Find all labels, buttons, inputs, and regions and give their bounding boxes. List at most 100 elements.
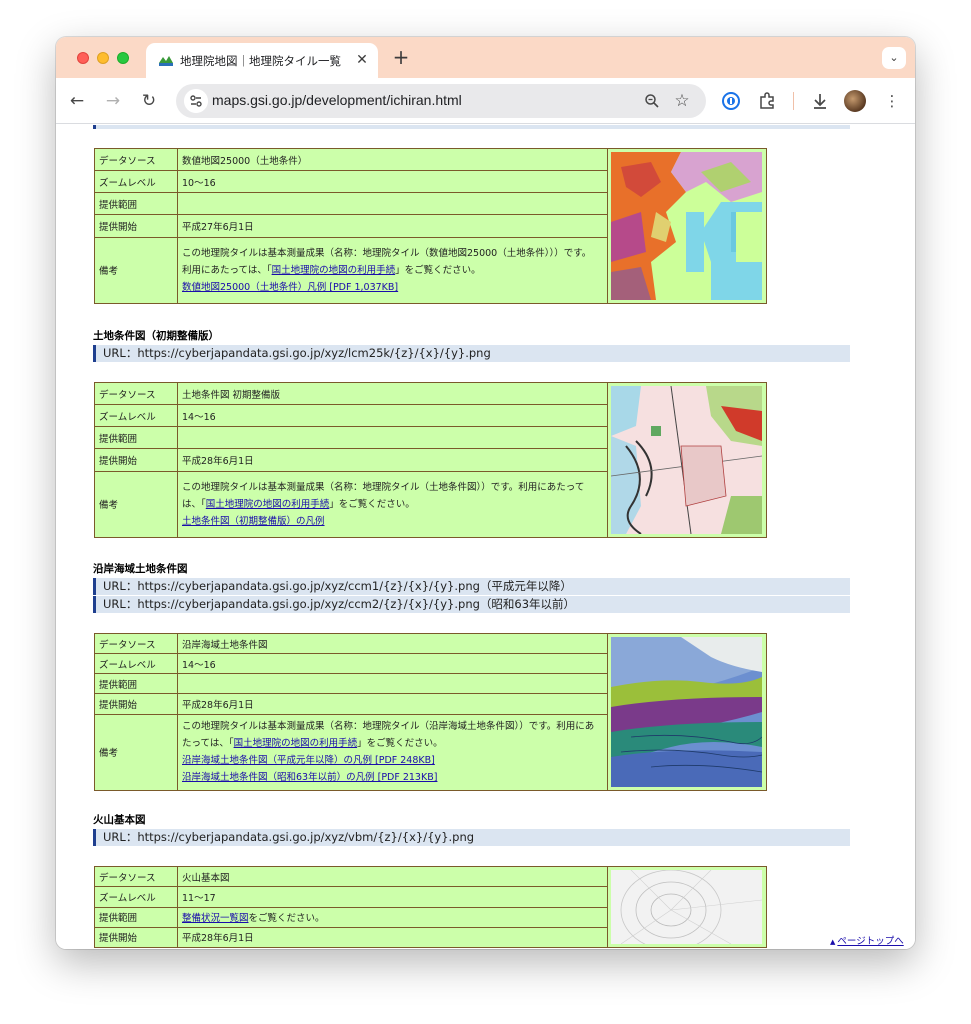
- label-source: データソース: [94, 381, 178, 406]
- land-condition-initial-map-thumbnail: [611, 386, 762, 534]
- value-start: 平成27年6月1日: [177, 214, 608, 238]
- new-tab-button[interactable]: +: [390, 46, 412, 68]
- note-text: この地理院タイルは基本測量成果（名称：地理院タイル（土地条件図））です。利用にあ…: [182, 481, 585, 493]
- label-start: 提供開始: [94, 214, 178, 238]
- value-start: 平成28年6月1日: [177, 693, 608, 715]
- tab-strip: 地理院地図｜地理院タイル一覧 ✕ + ⌄: [56, 37, 915, 78]
- value-note: この地理院タイルは基本測量成果（名称：地理院タイル（土地条件図））です。利用にあ…: [177, 470, 608, 539]
- label-zoom: ズームレベル: [94, 886, 178, 908]
- url-bar-partial: [93, 125, 850, 129]
- tile-info-table-volcano: データソース 火山基本図 ズームレベル 11〜17 提供範囲 整備状況一覧図をご…: [94, 865, 767, 949]
- page-top-label[interactable]: ページトップへ: [837, 936, 903, 947]
- value-range: 整備状況一覧図をご覧ください。: [177, 906, 608, 928]
- value-zoom: 14〜16: [177, 404, 608, 428]
- section-title-volcano-base-map: 火山基本図: [93, 814, 146, 826]
- tile-info-table-land-condition-initial: データソース 土地条件図 初期整備版 ズームレベル 14〜16 提供範囲 提供開…: [94, 381, 767, 539]
- url-text[interactable]: maps.gsi.go.jp/development/ichiran.html: [212, 92, 462, 108]
- gsi-favicon-icon: [159, 56, 173, 66]
- tab-close-icon[interactable]: ✕: [353, 51, 371, 69]
- forward-arrow-icon[interactable]: →: [101, 89, 125, 113]
- active-tab[interactable]: 地理院地図｜地理院タイル一覧 ✕: [146, 43, 378, 78]
- url-bar-ccm2: URL：https://cyberjapandata.gsi.go.jp/xyz…: [93, 596, 850, 613]
- usage-procedure-link[interactable]: 国土地理院の地図の利用手続: [272, 265, 396, 276]
- legend-link-heisei[interactable]: 沿岸海域土地条件図（平成元年以降）の凡例 [PDF 248KB]: [182, 755, 435, 766]
- thumbnail-cell: [607, 633, 767, 791]
- site-settings-icon[interactable]: [184, 89, 208, 113]
- more-menu-icon[interactable]: ⋮: [880, 89, 904, 113]
- page-top-link[interactable]: ▲ ページトップへ: [830, 933, 904, 947]
- label-range: 提供範囲: [94, 426, 178, 450]
- value-range: [177, 192, 608, 216]
- section-title-land-condition-initial: 土地条件図（初期整備版）: [93, 330, 219, 342]
- coastal-map-thumbnail: [611, 637, 762, 787]
- note-text: この地理院タイルは基本測量成果（名称：地理院タイル（数値地図25000（土地条件…: [182, 247, 592, 259]
- url-bar-lcm25k: URL：https://cyberjapandata.gsi.go.jp/xyz…: [93, 345, 850, 362]
- tab-search-chevron-icon[interactable]: ⌄: [882, 47, 906, 69]
- label-start: 提供開始: [94, 448, 178, 472]
- label-source: データソース: [94, 865, 178, 888]
- range-post: をご覧ください。: [248, 913, 325, 925]
- note-usage: たっては、「国土地理院の地図の利用手続」をご覧ください。: [182, 735, 603, 752]
- note-post: 」をご覧ください。: [357, 738, 443, 750]
- tile-info-table-land-condition: データソース 数値地図25000（土地条件） ズームレベル 10〜16 提供範囲…: [94, 147, 767, 305]
- note-pre: たっては、「: [182, 738, 234, 750]
- label-zoom: ズームレベル: [94, 170, 178, 194]
- label-zoom: ズームレベル: [94, 653, 178, 675]
- label-range: 提供範囲: [94, 192, 178, 216]
- note-pre: 利用にあたっては、「: [182, 264, 272, 276]
- label-source: データソース: [94, 632, 178, 655]
- address-bar[interactable]: maps.gsi.go.jp/development/ichiran.html …: [176, 84, 706, 118]
- value-zoom: 11〜17: [177, 886, 608, 908]
- label-start: 提供開始: [94, 693, 178, 715]
- note-post: 」をご覧ください。: [329, 498, 415, 510]
- section-title-coastal-land-condition: 沿岸海域土地条件図: [93, 563, 188, 575]
- label-range: 提供範囲: [94, 673, 178, 695]
- label-zoom: ズームレベル: [94, 404, 178, 428]
- label-note: 備考: [94, 713, 178, 791]
- thumbnail-cell: [607, 382, 767, 538]
- extensions-puzzle-icon[interactable]: [756, 90, 778, 112]
- note-text: この地理院タイルは基本測量成果（名称：地理院タイル（沿岸海域土地条件図））です。…: [182, 721, 595, 733]
- value-start: 平成28年6月1日: [177, 926, 608, 949]
- note-pre: は、「: [182, 498, 206, 510]
- minimize-window-button[interactable]: [97, 52, 109, 64]
- page-content: データソース 数値地図25000（土地条件） ズームレベル 10〜16 提供範囲…: [56, 125, 915, 949]
- browser-window: 地理院地図｜地理院タイル一覧 ✕ + ⌄ ← → ↻ maps.gsi.go.j…: [56, 37, 915, 949]
- note-usage: 利用にあたっては、「国土地理院の地図の利用手続」をご覧ください。: [182, 262, 603, 279]
- zoom-window-button[interactable]: [117, 52, 129, 64]
- url-bar-vbm: URL：https://cyberjapandata.gsi.go.jp/xyz…: [93, 829, 850, 846]
- note-usage: は、「国土地理院の地図の利用手続」をご覧ください。: [182, 496, 603, 513]
- reload-icon[interactable]: ↻: [137, 89, 161, 113]
- tile-info-table-coastal: データソース 沿岸海域土地条件図 ズームレベル 14〜16 提供範囲 提供開始 …: [94, 632, 767, 791]
- password-manager-icon[interactable]: [720, 90, 742, 112]
- legend-link-showa[interactable]: 沿岸海域土地条件図（昭和63年以前）の凡例 [PDF 213KB]: [182, 772, 437, 783]
- usage-procedure-link[interactable]: 国土地理院の地図の利用手続: [234, 738, 358, 749]
- label-source: データソース: [94, 147, 178, 172]
- usage-procedure-link[interactable]: 国土地理院の地図の利用手続: [206, 499, 330, 510]
- thumbnail-cell: [607, 866, 767, 948]
- legend-link[interactable]: 土地条件図（初期整備版）の凡例: [182, 516, 325, 527]
- close-window-button[interactable]: [77, 52, 89, 64]
- zoom-magnifier-icon[interactable]: [640, 89, 664, 113]
- browser-toolbar: ← → ↻ maps.gsi.go.jp/development/ichiran…: [56, 78, 915, 124]
- label-note: 備考: [94, 470, 178, 539]
- legend-link[interactable]: 数値地図25000（土地条件）凡例 [PDF 1,037KB]: [182, 282, 398, 293]
- label-range: 提供範囲: [94, 906, 178, 928]
- value-note: この地理院タイルは基本測量成果（名称：地理院タイル（数値地図25000（土地条件…: [177, 236, 608, 305]
- value-range: [177, 673, 608, 695]
- bookmark-star-icon[interactable]: ☆: [670, 89, 694, 113]
- profile-avatar[interactable]: [844, 90, 866, 112]
- note-post: 」をご覧ください。: [395, 264, 481, 276]
- coverage-status-link[interactable]: 整備状況一覧図: [182, 913, 249, 924]
- value-source: 数値地図25000（土地条件）: [177, 147, 608, 172]
- thumbnail-cell: [607, 148, 767, 304]
- label-start: 提供開始: [94, 926, 178, 949]
- value-source: 沿岸海域土地条件図: [177, 632, 608, 655]
- download-icon[interactable]: [809, 90, 831, 112]
- tab-title: 地理院地図｜地理院タイル一覧: [180, 54, 341, 68]
- value-zoom: 10〜16: [177, 170, 608, 194]
- value-range: [177, 426, 608, 450]
- land-condition-map-thumbnail: [611, 152, 762, 300]
- value-source: 火山基本図: [177, 865, 608, 888]
- back-arrow-icon[interactable]: ←: [65, 89, 89, 113]
